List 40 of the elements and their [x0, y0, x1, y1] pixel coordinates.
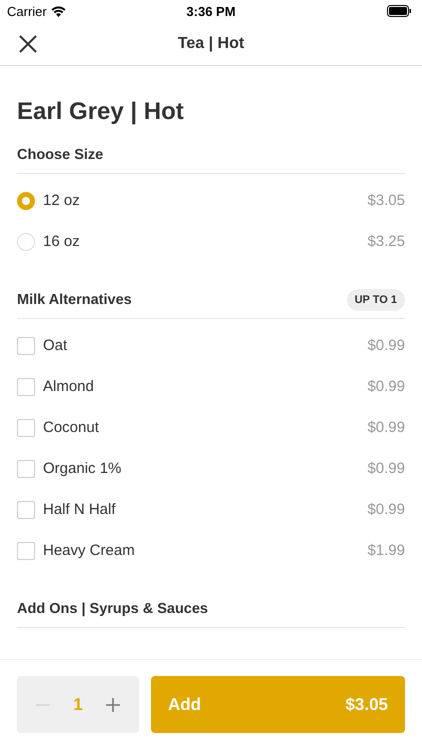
option-price: $0.99 — [367, 501, 405, 518]
carrier-label: Carrier — [7, 4, 47, 18]
add-to-order-button[interactable]: Add $3.05 — [151, 676, 405, 733]
section-title: Milk Alternatives — [17, 292, 132, 308]
clock-time: 3:36 PM — [186, 4, 236, 18]
option-price: $3.25 — [367, 233, 405, 250]
option-label: Almond — [43, 378, 94, 395]
quantity-value: 1 — [73, 694, 83, 714]
checkbox[interactable] — [17, 460, 35, 478]
checkbox[interactable] — [17, 378, 35, 396]
option-label: Heavy Cream — [43, 542, 135, 559]
option-label: 16 oz — [43, 233, 80, 250]
item-title: Earl Grey | Hot — [17, 97, 185, 127]
radio-button[interactable] — [17, 232, 35, 250]
section-title: Choose Size — [17, 147, 104, 163]
option-price: $1.99 — [367, 542, 405, 559]
option-label: Coconut — [43, 419, 99, 436]
option-label: Organic 1% — [43, 460, 122, 477]
section-title: Add Ons | Syrups & Sauces — [17, 601, 208, 617]
add-label: Add — [168, 694, 202, 714]
checkbox[interactable] — [17, 418, 35, 436]
option-label: Oat — [43, 337, 68, 354]
total-price: $3.05 — [345, 694, 388, 714]
option-price: $0.99 — [367, 337, 405, 354]
option-price: $0.99 — [367, 460, 405, 477]
nav-title: Tea | Hot — [178, 34, 244, 52]
radio-button[interactable] — [17, 192, 35, 210]
close-button[interactable] — [17, 33, 39, 55]
checkbox[interactable] — [17, 542, 35, 560]
option-label: 12 oz — [43, 192, 80, 209]
checkbox[interactable] — [17, 336, 35, 354]
battery-icon — [387, 5, 412, 17]
limit-badge: UP TO 1 — [346, 289, 405, 311]
plus-icon — [106, 698, 120, 712]
option-price: $0.99 — [367, 378, 405, 395]
option-label: Half N Half — [43, 501, 116, 518]
option-price: $3.05 — [367, 192, 405, 209]
option-price: $0.99 — [367, 419, 405, 436]
checkbox[interactable] — [17, 500, 35, 518]
wifi-icon — [50, 6, 66, 16]
